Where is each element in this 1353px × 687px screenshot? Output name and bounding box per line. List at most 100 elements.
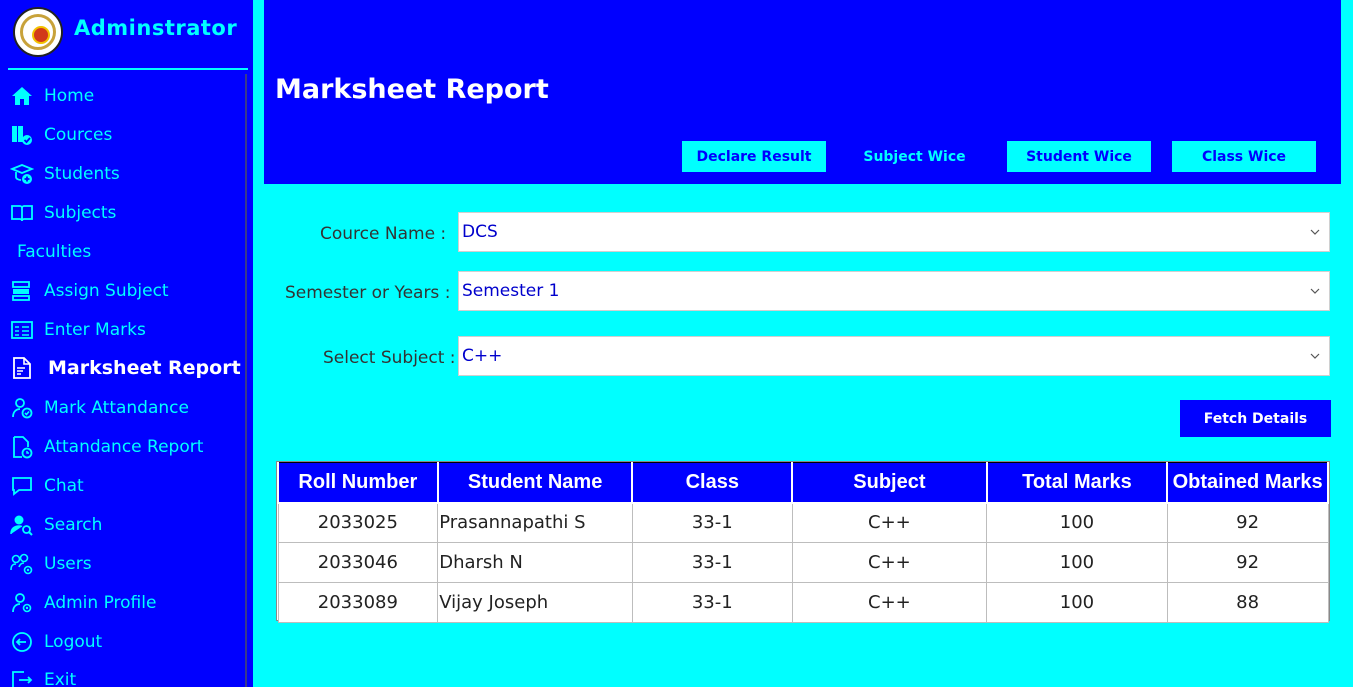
subject-cell: C++: [791, 502, 988, 543]
student-name-cell: Dharsh N: [437, 542, 633, 583]
course-name-select[interactable]: DCS: [458, 212, 1330, 252]
sidebar-item-cources[interactable]: Cources: [0, 117, 245, 153]
sidebar-divider: [8, 68, 248, 70]
roll-number-cell: 2033089: [277, 582, 439, 623]
student-name-cell: Vijay Joseph: [437, 582, 633, 623]
sidebar-item-assign-subject[interactable]: Assign Subject: [0, 273, 245, 309]
sidebar-item-label: Home: [44, 86, 95, 106]
total-marks-cell: 100: [986, 502, 1168, 543]
column-header[interactable]: Roll Number: [277, 462, 439, 504]
subject-label: Select Subject :: [323, 348, 456, 368]
chevron-down-icon: [1310, 353, 1320, 359]
page-title: Marksheet Report: [275, 74, 549, 105]
sidebar-item-label: Enter Marks: [44, 320, 146, 340]
book-icon: [9, 200, 35, 226]
roll-number-cell: 2033046: [277, 542, 439, 583]
student-name-cell: Prasannapathi S: [437, 502, 633, 543]
sidebar-item-search[interactable]: Search: [0, 507, 245, 543]
column-header[interactable]: Class: [631, 462, 794, 504]
sidebar-scroll-track: [245, 74, 247, 687]
sidebar-title: Adminstrator: [74, 16, 238, 40]
logo-ring: [20, 14, 56, 50]
sidebar-item-admin-profile[interactable]: Admin Profile: [0, 585, 245, 621]
sidebar-item-students[interactable]: Students: [0, 156, 245, 192]
exit-icon: [9, 667, 35, 687]
sidebar-item-marksheet-report[interactable]: Marksheet Report: [0, 350, 245, 386]
sidebar-item-exit[interactable]: Exit: [0, 662, 245, 687]
page-header: Marksheet Report Declare Result Subject …: [264, 0, 1341, 184]
admin-profile-icon: [9, 590, 35, 616]
logo-emblem: [32, 26, 50, 44]
attendance-report-icon: [9, 434, 35, 460]
sidebar-item-label: Attandance Report: [44, 437, 204, 457]
semester-label: Semester or Years :: [285, 283, 451, 303]
chevron-down-icon: [1310, 288, 1320, 294]
sidebar-header: Adminstrator: [0, 0, 248, 68]
sidebar-item-home[interactable]: Home: [0, 78, 245, 114]
sidebar-item-attandance-report[interactable]: Attandance Report: [0, 429, 245, 465]
chevron-down-icon: [1310, 229, 1320, 235]
logout-icon: [9, 629, 35, 655]
courses-icon: [9, 122, 35, 148]
sidebar-item-chat[interactable]: Chat: [0, 468, 245, 504]
total-marks-cell: 100: [986, 582, 1168, 623]
sidebar-item-label: Faculties: [17, 242, 92, 262]
table-header-row: Roll Number Student Name Class Subject T…: [277, 462, 1329, 504]
students-icon: [9, 161, 35, 187]
semester-select[interactable]: Semester 1: [458, 271, 1330, 311]
subject-cell: C++: [791, 542, 988, 583]
sidebar: Adminstrator Home Cources Students Subje…: [0, 0, 253, 687]
subject-cell: C++: [791, 582, 988, 623]
course-name-value: DCS: [462, 222, 498, 242]
column-header[interactable]: Total Marks: [985, 462, 1169, 504]
sidebar-item-subjects[interactable]: Subjects: [0, 195, 245, 231]
subject-wice-button[interactable]: Subject Wice: [848, 141, 981, 172]
assign-icon: [9, 278, 35, 304]
sidebar-item-label: Subjects: [44, 203, 117, 223]
attendance-icon: [9, 395, 35, 421]
semester-value: Semester 1: [462, 281, 560, 301]
sidebar-item-label: Students: [44, 164, 120, 184]
subject-select[interactable]: C++: [458, 336, 1330, 376]
subject-value: C++: [462, 346, 503, 366]
declare-result-button[interactable]: Declare Result: [682, 141, 826, 172]
roll-number-cell: 2033025: [277, 502, 439, 543]
home-icon: [9, 83, 35, 109]
sidebar-item-label: Cources: [44, 125, 113, 145]
sidebar-item-enter-marks[interactable]: Enter Marks: [0, 312, 245, 348]
report-icon: [9, 355, 35, 381]
chat-icon: [9, 473, 35, 499]
sidebar-item-faculties[interactable]: Faculties: [0, 234, 245, 270]
table-row[interactable]: 2033025 Prasannapathi S 33-1 C++ 100 92: [277, 502, 1329, 543]
marks-table: Roll Number Student Name Class Subject T…: [276, 461, 1330, 623]
sidebar-item-label: Chat: [44, 476, 84, 496]
student-wice-button[interactable]: Student Wice: [1007, 141, 1151, 172]
table-row[interactable]: 2033089 Vijay Joseph 33-1 C++ 100 88: [277, 582, 1329, 623]
column-header[interactable]: Obtained Marks: [1166, 462, 1329, 504]
column-header[interactable]: Student Name: [436, 462, 634, 504]
class-cell: 33-1: [631, 582, 793, 623]
sidebar-item-label: Logout: [44, 632, 103, 652]
sidebar-item-logout[interactable]: Logout: [0, 624, 245, 660]
total-marks-cell: 100: [986, 542, 1168, 583]
search-user-icon: [9, 512, 35, 538]
sidebar-item-users[interactable]: Users: [0, 546, 245, 582]
sidebar-item-label: Users: [44, 554, 92, 574]
obtained-marks-cell: 92: [1166, 542, 1329, 583]
users-icon: [9, 551, 35, 577]
sidebar-item-label: Search: [44, 515, 103, 535]
course-name-label: Cource Name :: [320, 224, 447, 244]
table-row[interactable]: 2033046 Dharsh N 33-1 C++ 100 92: [277, 542, 1329, 583]
class-cell: 33-1: [631, 502, 793, 543]
sidebar-item-label: Exit: [44, 670, 77, 687]
logo: [13, 7, 63, 57]
sidebar-item-label: Admin Profile: [44, 593, 157, 613]
column-header[interactable]: Subject: [791, 462, 988, 504]
sidebar-item-mark-attandance[interactable]: Mark Attandance: [0, 390, 245, 426]
obtained-marks-cell: 92: [1166, 502, 1329, 543]
class-cell: 33-1: [631, 542, 793, 583]
sidebar-item-label: Assign Subject: [44, 281, 169, 301]
class-wice-button[interactable]: Class Wice: [1172, 141, 1316, 172]
obtained-marks-cell: 88: [1166, 582, 1329, 623]
fetch-details-button[interactable]: Fetch Details: [1180, 400, 1331, 437]
